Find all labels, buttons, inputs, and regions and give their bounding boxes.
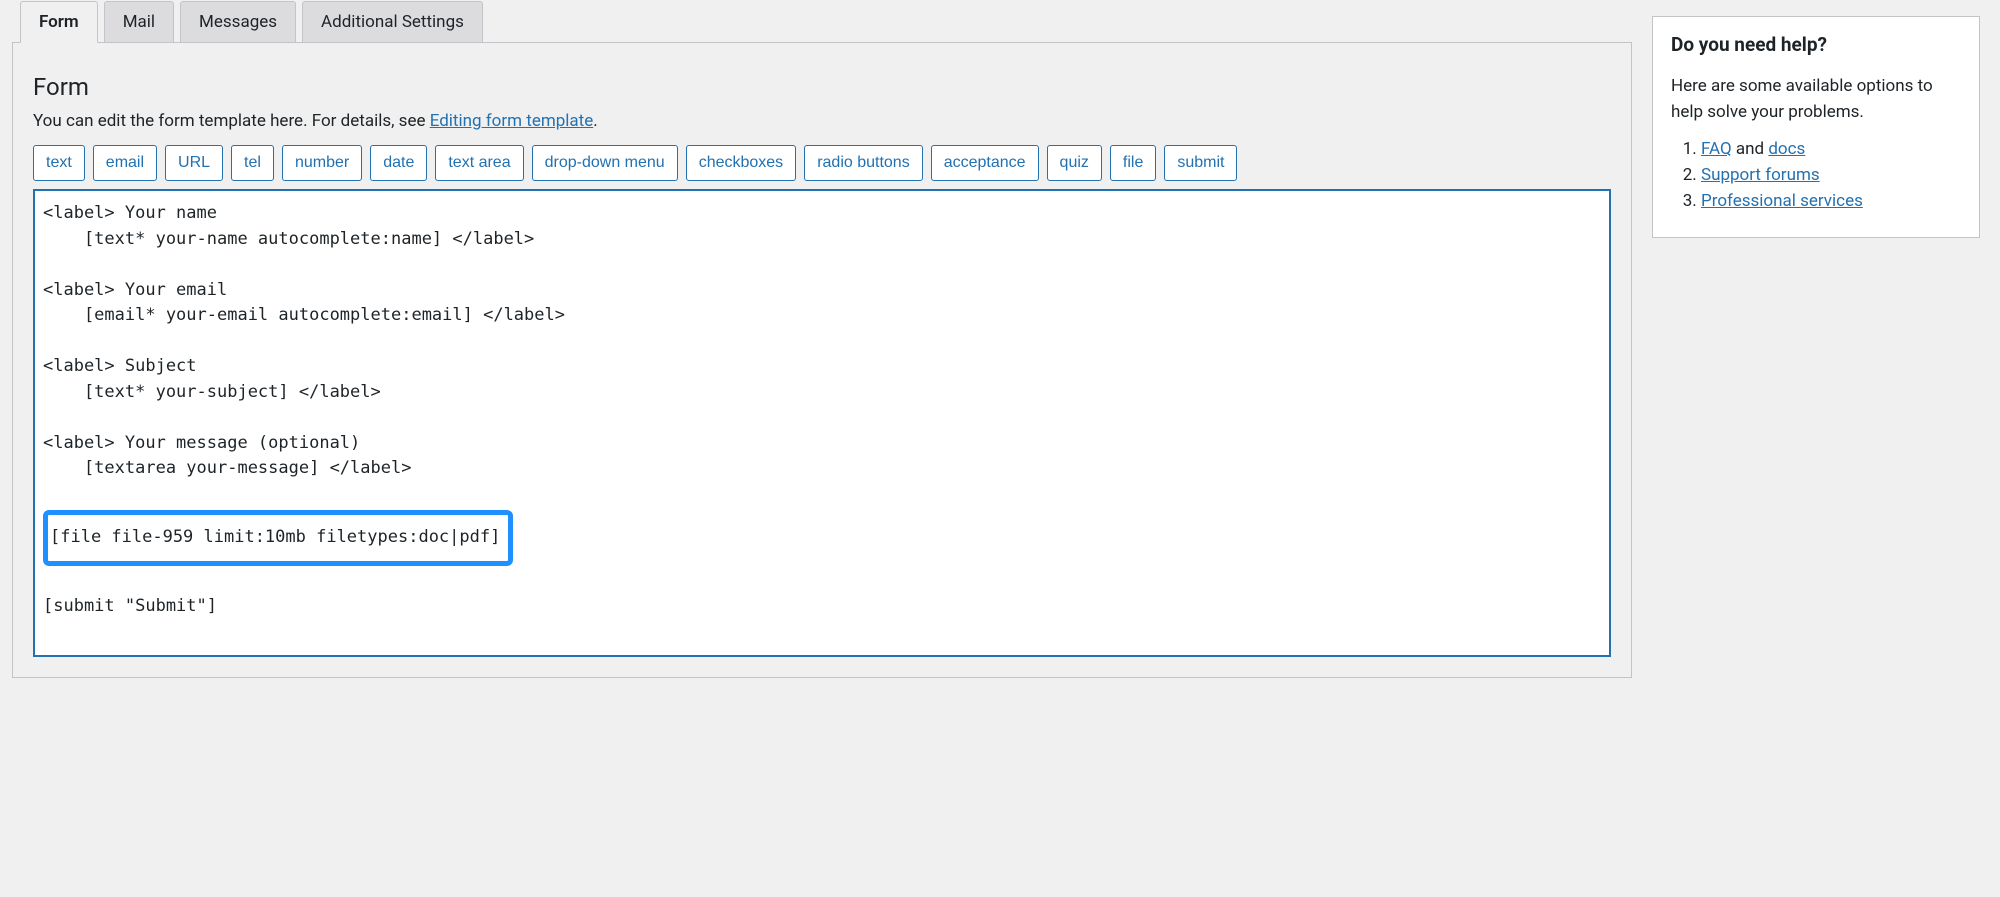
tag-button-text-area[interactable]: text area — [435, 145, 523, 181]
tag-button-row: textemailURLtelnumberdatetext areadrop-d… — [33, 145, 1611, 181]
panel-description: You can edit the form template here. For… — [33, 111, 1611, 131]
help-list: FAQ and docs Support forums Professional s… — [1671, 139, 1961, 211]
tag-button-quiz[interactable]: quiz — [1047, 145, 1102, 181]
tag-button-tel[interactable]: tel — [231, 145, 274, 181]
highlighted-file-line[interactable]: [file file-959 limit:10mb filetypes:doc|… — [43, 510, 513, 566]
help-link[interactable]: FAQ — [1701, 139, 1732, 159]
tag-button-radio-buttons[interactable]: radio buttons — [804, 145, 923, 181]
tag-button-date[interactable]: date — [370, 145, 427, 181]
tag-button-file[interactable]: file — [1110, 145, 1156, 181]
help-link[interactable]: Support forums — [1701, 165, 1820, 185]
help-link[interactable]: Professional services — [1701, 191, 1863, 211]
tab-form[interactable]: Form — [20, 1, 98, 43]
tab-mail[interactable]: Mail — [104, 1, 174, 43]
help-item: Professional services — [1701, 191, 1961, 211]
form-panel: Form You can edit the form template here… — [12, 42, 1632, 678]
help-link[interactable]: docs — [1768, 139, 1805, 159]
tag-button-checkboxes[interactable]: checkboxes — [686, 145, 797, 181]
tag-button-email[interactable]: email — [93, 145, 157, 181]
tag-button-submit[interactable]: submit — [1164, 145, 1237, 181]
tag-button-drop-down-menu[interactable]: drop-down menu — [532, 145, 678, 181]
tab-row: FormMailMessagesAdditional Settings — [12, 1, 1632, 43]
tag-button-url[interactable]: URL — [165, 145, 223, 181]
tag-button-acceptance[interactable]: acceptance — [931, 145, 1039, 181]
tag-button-text[interactable]: text — [33, 145, 85, 181]
help-item: FAQ and docs — [1701, 139, 1961, 159]
tab-messages[interactable]: Messages — [180, 1, 296, 43]
editing-template-link[interactable]: Editing form template — [430, 111, 594, 131]
tab-additional-settings[interactable]: Additional Settings — [302, 1, 483, 43]
help-item: Support forums — [1701, 165, 1961, 185]
panel-heading: Form — [33, 73, 1611, 101]
help-intro: Here are some available options to help … — [1671, 74, 1961, 125]
tag-button-number[interactable]: number — [282, 145, 362, 181]
form-template-editor[interactable]: <label> Your name [text* your-name autoc… — [33, 189, 1611, 657]
help-box: Do you need help? Here are some availabl… — [1652, 16, 1980, 238]
help-title: Do you need help? — [1671, 33, 1961, 56]
